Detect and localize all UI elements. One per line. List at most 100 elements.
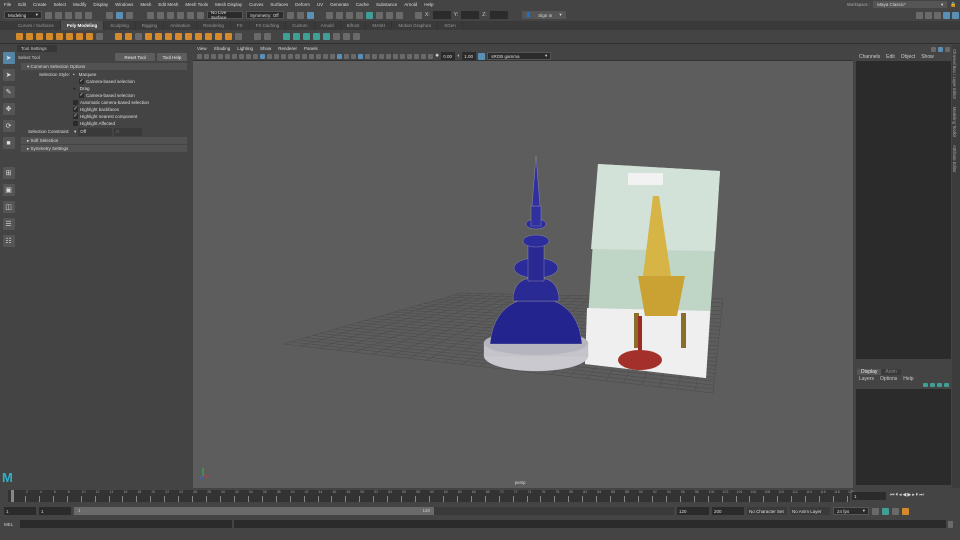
x-field[interactable] — [432, 11, 451, 19]
current-frame-field[interactable]: 1 — [852, 492, 886, 500]
shelf-tab-fx[interactable]: FX — [231, 21, 250, 30]
shelf-tab-sculpting[interactable]: Sculpting — [104, 21, 136, 30]
timeline-track[interactable]: 1246810121416182022242628303234363840424… — [8, 490, 854, 502]
layer-tab-display[interactable]: Display — [857, 368, 882, 375]
range-slider-handle[interactable]: 1 120 — [74, 507, 434, 515]
auto-key-icon[interactable] — [882, 507, 889, 515]
layer-menu-layers[interactable]: Layers — [859, 376, 874, 382]
playback-start-field[interactable]: 1 — [39, 507, 71, 515]
move-layer-down-icon[interactable] — [930, 383, 935, 387]
pause-icon[interactable] — [396, 11, 403, 19]
viewport-tool-icon[interactable] — [281, 53, 286, 59]
channel-menu-edit[interactable]: Edit — [886, 54, 895, 60]
light-icon[interactable] — [386, 11, 393, 19]
modeling-toolkit-icon[interactable] — [916, 12, 923, 19]
viewport-tool-icon[interactable] — [211, 53, 216, 59]
snap-surface-icon[interactable] — [187, 11, 194, 19]
play-forward-icon[interactable]: ▶ — [907, 492, 911, 498]
viewport-tool-icon[interactable] — [204, 53, 209, 59]
auto-camera-checkbox[interactable] — [73, 100, 78, 105]
reset-tool-button[interactable]: Reset Tool — [115, 53, 155, 61]
color-management-icon[interactable] — [478, 52, 486, 60]
layer-menu-help[interactable]: Help — [903, 376, 913, 382]
channel-menu-object[interactable]: Object — [901, 54, 915, 60]
menu-mesh-display[interactable]: Mesh Display — [215, 2, 242, 7]
shelf-tool-icon[interactable] — [165, 33, 172, 40]
shelf-tab-motion-graphics[interactable]: Motion Graphics — [392, 21, 439, 30]
shelf-tool-icon[interactable] — [135, 33, 142, 40]
channel-menu-channels[interactable]: Channels — [859, 54, 880, 60]
viewport-tool-icon[interactable] — [295, 53, 300, 59]
start-frame-field[interactable]: 1 — [4, 507, 36, 515]
tool-settings-icon[interactable] — [943, 12, 950, 19]
snap-grid-icon[interactable] — [147, 11, 154, 19]
snap-curve-icon[interactable] — [157, 11, 164, 19]
snap-point-icon[interactable] — [167, 11, 174, 19]
viewport-tool-icon[interactable] — [400, 53, 405, 59]
menu-edit[interactable]: Edit — [18, 2, 26, 7]
viewport-panel[interactable]: View Shading Lighting Show Renderer Panels ✹ 0… — [193, 45, 853, 488]
shelf-tool-icon[interactable] — [46, 33, 53, 40]
shelf-tool-icon[interactable] — [36, 33, 43, 40]
shelf-tool-icon[interactable] — [353, 33, 360, 40]
menu-mesh[interactable]: Mesh — [140, 2, 151, 7]
viewport-tool-icon[interactable] — [288, 53, 293, 59]
channel-box-icon[interactable] — [952, 12, 959, 19]
color-space-dropdown[interactable]: sRGB gamma ▾ — [487, 52, 552, 60]
viewport-menu-renderer[interactable]: Renderer — [278, 46, 297, 51]
menu-uv[interactable]: UV — [317, 2, 323, 7]
character-controls-icon[interactable] — [925, 12, 932, 19]
shelf-tool-icon[interactable] — [225, 33, 232, 40]
viewport-tool-icon[interactable] — [323, 53, 328, 59]
lasso-tool-icon[interactable]: ➤ — [2, 69, 15, 81]
shelf-tool-icon[interactable] — [86, 33, 93, 40]
shelf-tool-icon[interactable] — [56, 33, 63, 40]
viewport-tool-icon[interactable] — [316, 53, 321, 59]
menu-file[interactable]: File — [4, 2, 11, 7]
transform-mode-icon[interactable] — [415, 11, 422, 19]
viewport-tool-icon[interactable] — [372, 53, 377, 59]
ik-icon[interactable] — [307, 11, 314, 19]
menu-cache[interactable]: Cache — [356, 2, 369, 7]
shelf-tool-icon[interactable] — [293, 33, 300, 40]
common-selection-section[interactable]: ▾ Common Selection Options — [21, 63, 187, 70]
viewport-tool-icon[interactable] — [225, 53, 230, 59]
script-editor-icon[interactable] — [948, 520, 953, 528]
viewport-tool-icon[interactable] — [344, 53, 349, 59]
camera-based-drag-checkbox[interactable]: ✓ — [79, 93, 84, 98]
side-tab-channel-box-layer-editor[interactable]: Channel Box / Layer Editor — [952, 45, 957, 103]
viewport-tool-icon[interactable] — [393, 53, 398, 59]
step-back-key-icon[interactable]: ⏴ — [896, 492, 899, 498]
viewport-tool-icon[interactable] — [232, 53, 237, 59]
menu-arnold[interactable]: Arnold — [404, 2, 417, 7]
viewport-tool-icon[interactable] — [309, 53, 314, 59]
gamma-field[interactable]: 1.00 — [462, 52, 477, 60]
shelf-tool-icon[interactable] — [16, 33, 23, 40]
menu-curves[interactable]: Curves — [249, 2, 263, 7]
drag-radio[interactable]: ● — [73, 86, 76, 91]
command-input[interactable] — [20, 520, 232, 528]
rotate-tool-icon[interactable]: ⟳ — [2, 120, 15, 132]
exposure-field[interactable]: 0.00 — [441, 52, 456, 60]
undo-icon[interactable] — [75, 11, 82, 19]
shelf-tool-icon[interactable] — [313, 33, 320, 40]
shelf-tool-icon[interactable] — [333, 33, 340, 40]
script-language-toggle[interactable]: MEL — [4, 522, 18, 527]
shelf-tool-icon[interactable] — [254, 33, 261, 40]
end-frame-field[interactable]: 200 — [712, 507, 744, 515]
attribute-editor-icon[interactable] — [934, 12, 941, 19]
outliner-icon[interactable]: ☷ — [2, 235, 15, 247]
mode-dropdown[interactable]: Modeling ▾ — [4, 11, 42, 19]
paint-select-icon[interactable]: ✎ — [2, 86, 15, 98]
viewport-tool-icon[interactable] — [218, 53, 223, 59]
tool-help-button[interactable]: Tool Help — [157, 53, 187, 61]
viewport-tool-icon[interactable] — [421, 53, 426, 59]
viewport-tool-icon[interactable] — [407, 53, 412, 59]
move-layer-up-icon[interactable] — [923, 383, 928, 387]
y-field[interactable] — [461, 11, 480, 19]
shelf-tool-icon[interactable] — [145, 33, 152, 40]
menu-help[interactable]: Help — [424, 2, 433, 7]
shelf-tool-icon[interactable] — [155, 33, 162, 40]
viewport-menu-lighting[interactable]: Lighting — [237, 46, 253, 51]
new-scene-icon[interactable] — [45, 11, 52, 19]
